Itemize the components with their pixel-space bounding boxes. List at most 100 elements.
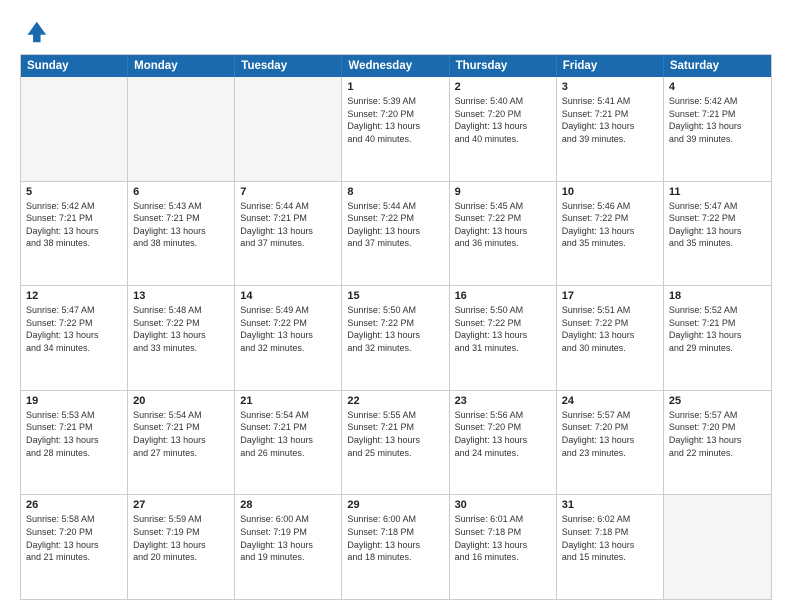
cal-cell: 3 Sunrise: 5:41 AM Sunset: 7:21 PM Daylig… [557, 77, 664, 181]
day-number: 9 [455, 186, 551, 198]
cal-cell: 29 Sunrise: 6:00 AM Sunset: 7:18 PM Dayli… [342, 495, 449, 599]
day-number: 20 [133, 395, 229, 407]
cell-info: Sunrise: 5:44 AM Sunset: 7:21 PM Dayligh… [240, 200, 336, 250]
day-number: 31 [562, 499, 658, 511]
cell-info: Sunrise: 6:00 AM Sunset: 7:19 PM Dayligh… [240, 513, 336, 563]
day-number: 17 [562, 290, 658, 302]
cal-cell: 24 Sunrise: 5:57 AM Sunset: 7:20 PM Dayli… [557, 391, 664, 495]
day-number: 2 [455, 81, 551, 93]
cell-info: Sunrise: 5:42 AM Sunset: 7:21 PM Dayligh… [26, 200, 122, 250]
day-number: 10 [562, 186, 658, 198]
day-number: 16 [455, 290, 551, 302]
cell-info: Sunrise: 5:44 AM Sunset: 7:22 PM Dayligh… [347, 200, 443, 250]
cell-info: Sunrise: 5:57 AM Sunset: 7:20 PM Dayligh… [562, 409, 658, 459]
day-header-monday: Monday [128, 55, 235, 77]
day-header-tuesday: Tuesday [235, 55, 342, 77]
week-row-1: 5Sunrise: 5:42 AM Sunset: 7:21 PM Daylig… [21, 181, 771, 286]
day-header-saturday: Saturday [664, 55, 771, 77]
day-number: 1 [347, 81, 443, 93]
cell-info: Sunrise: 5:42 AM Sunset: 7:21 PM Dayligh… [669, 95, 766, 145]
calendar: SundayMondayTuesdayWednesdayThursdayFrid… [20, 54, 772, 600]
cell-info: Sunrise: 5:56 AM Sunset: 7:20 PM Dayligh… [455, 409, 551, 459]
cal-cell: 1 Sunrise: 5:39 AM Sunset: 7:20 PM Daylig… [342, 77, 449, 181]
cal-cell: 18 Sunrise: 5:52 AM Sunset: 7:21 PM Dayli… [664, 286, 771, 390]
cal-cell: 19 Sunrise: 5:53 AM Sunset: 7:21 PM Dayli… [21, 391, 128, 495]
cal-cell: 14 Sunrise: 5:49 AM Sunset: 7:22 PM Dayli… [235, 286, 342, 390]
day-number: 30 [455, 499, 551, 511]
cal-cell: 20Sunrise: 5:54 AM Sunset: 7:21 PM Dayli… [128, 391, 235, 495]
cal-cell: 21 Sunrise: 5:54 AM Sunset: 7:21 PM Dayli… [235, 391, 342, 495]
cal-cell: 4Sunrise: 5:42 AM Sunset: 7:21 PM Daylig… [664, 77, 771, 181]
cal-cell: 13 Sunrise: 5:48 AM Sunset: 7:22 PM Dayli… [128, 286, 235, 390]
cal-cell: 11 Sunrise: 5:47 AM Sunset: 7:22 PM Dayli… [664, 182, 771, 286]
day-number: 25 [669, 395, 766, 407]
cell-info: Sunrise: 5:50 AM Sunset: 7:22 PM Dayligh… [455, 304, 551, 354]
cell-info: Sunrise: 5:59 AM Sunset: 7:19 PM Dayligh… [133, 513, 229, 563]
day-number: 11 [669, 186, 766, 198]
logo-icon [20, 18, 48, 46]
day-number: 7 [240, 186, 336, 198]
day-number: 21 [240, 395, 336, 407]
day-number: 13 [133, 290, 229, 302]
cell-info: Sunrise: 5:46 AM Sunset: 7:22 PM Dayligh… [562, 200, 658, 250]
cell-info: Sunrise: 5:57 AM Sunset: 7:20 PM Dayligh… [669, 409, 766, 459]
day-number: 22 [347, 395, 443, 407]
cell-info: Sunrise: 5:53 AM Sunset: 7:21 PM Dayligh… [26, 409, 122, 459]
cal-cell: 7 Sunrise: 5:44 AM Sunset: 7:21 PM Daylig… [235, 182, 342, 286]
cell-info: Sunrise: 5:47 AM Sunset: 7:22 PM Dayligh… [669, 200, 766, 250]
cal-cell: 9 Sunrise: 5:45 AM Sunset: 7:22 PM Daylig… [450, 182, 557, 286]
day-number: 19 [26, 395, 122, 407]
day-number: 23 [455, 395, 551, 407]
cal-cell [21, 77, 128, 181]
cal-cell: 2 Sunrise: 5:40 AM Sunset: 7:20 PM Daylig… [450, 77, 557, 181]
cal-cell: 27Sunrise: 5:59 AM Sunset: 7:19 PM Dayli… [128, 495, 235, 599]
day-header-friday: Friday [557, 55, 664, 77]
day-header-sunday: Sunday [21, 55, 128, 77]
cal-cell [235, 77, 342, 181]
cell-info: Sunrise: 6:02 AM Sunset: 7:18 PM Dayligh… [562, 513, 658, 563]
cal-cell: 22Sunrise: 5:55 AM Sunset: 7:21 PM Dayli… [342, 391, 449, 495]
day-header-wednesday: Wednesday [342, 55, 449, 77]
cal-cell [664, 495, 771, 599]
cal-cell: 10 Sunrise: 5:46 AM Sunset: 7:22 PM Dayli… [557, 182, 664, 286]
cell-info: Sunrise: 5:39 AM Sunset: 7:20 PM Dayligh… [347, 95, 443, 145]
cell-info: Sunrise: 5:45 AM Sunset: 7:22 PM Dayligh… [455, 200, 551, 250]
cell-info: Sunrise: 6:00 AM Sunset: 7:18 PM Dayligh… [347, 513, 443, 563]
day-number: 15 [347, 290, 443, 302]
day-number: 8 [347, 186, 443, 198]
day-number: 26 [26, 499, 122, 511]
cell-info: Sunrise: 5:47 AM Sunset: 7:22 PM Dayligh… [26, 304, 122, 354]
cell-info: Sunrise: 6:01 AM Sunset: 7:18 PM Dayligh… [455, 513, 551, 563]
day-number: 6 [133, 186, 229, 198]
day-number: 24 [562, 395, 658, 407]
week-row-4: 26 Sunrise: 5:58 AM Sunset: 7:20 PM Dayli… [21, 494, 771, 599]
cal-cell: 17 Sunrise: 5:51 AM Sunset: 7:22 PM Dayli… [557, 286, 664, 390]
cal-cell: 25 Sunrise: 5:57 AM Sunset: 7:20 PM Dayli… [664, 391, 771, 495]
cal-cell: 12 Sunrise: 5:47 AM Sunset: 7:22 PM Dayli… [21, 286, 128, 390]
day-number: 12 [26, 290, 122, 302]
cell-info: Sunrise: 5:50 AM Sunset: 7:22 PM Dayligh… [347, 304, 443, 354]
cell-info: Sunrise: 5:49 AM Sunset: 7:22 PM Dayligh… [240, 304, 336, 354]
cell-info: Sunrise: 5:40 AM Sunset: 7:20 PM Dayligh… [455, 95, 551, 145]
cell-info: Sunrise: 5:52 AM Sunset: 7:21 PM Dayligh… [669, 304, 766, 354]
cal-cell: 16 Sunrise: 5:50 AM Sunset: 7:22 PM Dayli… [450, 286, 557, 390]
cal-cell: 15 Sunrise: 5:50 AM Sunset: 7:22 PM Dayli… [342, 286, 449, 390]
day-number: 3 [562, 81, 658, 93]
day-header-thursday: Thursday [450, 55, 557, 77]
cell-info: Sunrise: 5:41 AM Sunset: 7:21 PM Dayligh… [562, 95, 658, 145]
week-row-2: 12 Sunrise: 5:47 AM Sunset: 7:22 PM Dayli… [21, 285, 771, 390]
cell-info: Sunrise: 5:51 AM Sunset: 7:22 PM Dayligh… [562, 304, 658, 354]
week-row-0: 1 Sunrise: 5:39 AM Sunset: 7:20 PM Daylig… [21, 77, 771, 181]
cal-cell: 5Sunrise: 5:42 AM Sunset: 7:21 PM Daylig… [21, 182, 128, 286]
cal-cell: 26 Sunrise: 5:58 AM Sunset: 7:20 PM Dayli… [21, 495, 128, 599]
cal-cell: 8 Sunrise: 5:44 AM Sunset: 7:22 PM Daylig… [342, 182, 449, 286]
cell-info: Sunrise: 5:48 AM Sunset: 7:22 PM Dayligh… [133, 304, 229, 354]
cal-cell: 30 Sunrise: 6:01 AM Sunset: 7:18 PM Dayli… [450, 495, 557, 599]
day-number: 14 [240, 290, 336, 302]
day-number: 18 [669, 290, 766, 302]
cell-info: Sunrise: 5:58 AM Sunset: 7:20 PM Dayligh… [26, 513, 122, 563]
cell-info: Sunrise: 5:54 AM Sunset: 7:21 PM Dayligh… [240, 409, 336, 459]
cal-cell: 28Sunrise: 6:00 AM Sunset: 7:19 PM Dayli… [235, 495, 342, 599]
day-number: 29 [347, 499, 443, 511]
cell-info: Sunrise: 5:43 AM Sunset: 7:21 PM Dayligh… [133, 200, 229, 250]
